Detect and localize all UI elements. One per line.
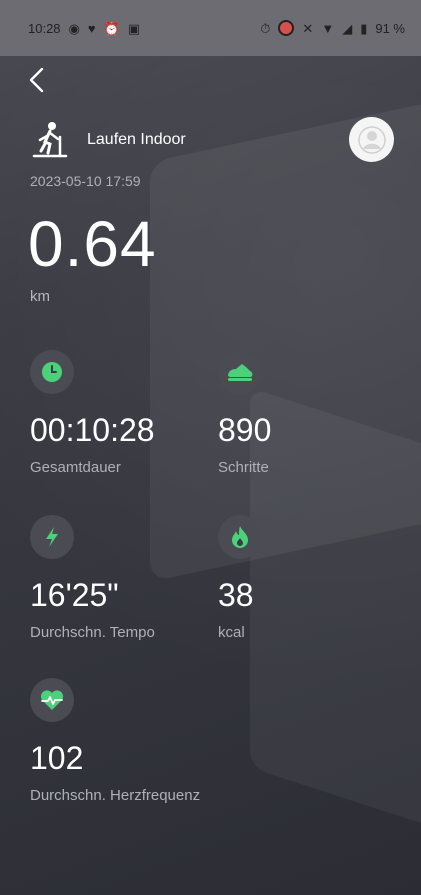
metric-value: 102	[30, 740, 84, 776]
metric-label: Durchschn. Tempo	[30, 624, 155, 641]
status-bar: 10:28 ◉ ♥ ⏰ ▣ ⏱ ✕ ▼ ◢ ▮ 91 %	[0, 0, 421, 56]
alarm-icon: ⏰	[103, 20, 120, 36]
wifi-icon: ▼	[321, 20, 335, 36]
activity-title: Laufen Indoor	[87, 131, 186, 148]
recording-icon	[278, 20, 295, 36]
metric-label: Schritte	[218, 459, 269, 476]
distance-value: 0.64	[28, 208, 157, 280]
battery-level: 91 %	[375, 20, 405, 36]
chevron-left-icon	[29, 67, 44, 93]
avatar[interactable]	[349, 117, 394, 162]
workout-datetime: 2023-05-10 17:59	[30, 173, 141, 189]
user-icon	[357, 125, 386, 154]
metric-duration: 00:10:28 Gesamtdauer	[30, 350, 220, 476]
battery-icon: ▮	[360, 20, 368, 36]
distance-unit: km	[30, 288, 50, 305]
background-shape	[150, 98, 421, 582]
flame-icon	[232, 526, 248, 548]
metric-icon-badge	[30, 515, 74, 559]
lightning-icon	[46, 527, 58, 547]
metric-value: 16'25"	[30, 577, 119, 613]
treadmill-icon	[32, 122, 68, 158]
metric-value: 38	[218, 577, 254, 613]
metric-pace: 16'25" Durchschn. Tempo	[30, 515, 220, 641]
metric-label: Durchschn. Herzfrequenz	[30, 787, 201, 804]
shoe-icon	[228, 364, 253, 381]
metric-value: 890	[218, 412, 272, 448]
metric-icon-badge	[218, 515, 262, 559]
metric-heart-rate: 102 Durchschn. Herzfrequenz	[30, 678, 220, 804]
metric-calories: 38 kcal	[218, 515, 408, 641]
metric-value: 00:10:28	[30, 412, 155, 448]
metric-steps: 890 Schritte	[218, 350, 408, 476]
app-icon: ▣	[127, 20, 141, 36]
metric-label: Gesamtdauer	[30, 459, 121, 476]
alarm-clock-icon: ⏱	[260, 20, 271, 36]
activity-header: Laufen Indoor	[30, 120, 186, 160]
metric-icon-badge	[30, 350, 74, 394]
clock-icon	[42, 362, 62, 382]
heartbeat-icon	[40, 690, 64, 710]
notification-icon: ◉	[68, 20, 80, 36]
signal-icon: ◢	[342, 20, 353, 36]
metric-icon-badge	[30, 678, 74, 722]
mute-icon: ✕	[302, 20, 314, 36]
heart-icon: ♥	[87, 20, 96, 36]
metric-icon-badge	[218, 350, 262, 394]
back-button[interactable]	[22, 64, 50, 96]
metric-label: kcal	[218, 624, 245, 641]
status-time: 10:28	[28, 20, 61, 36]
